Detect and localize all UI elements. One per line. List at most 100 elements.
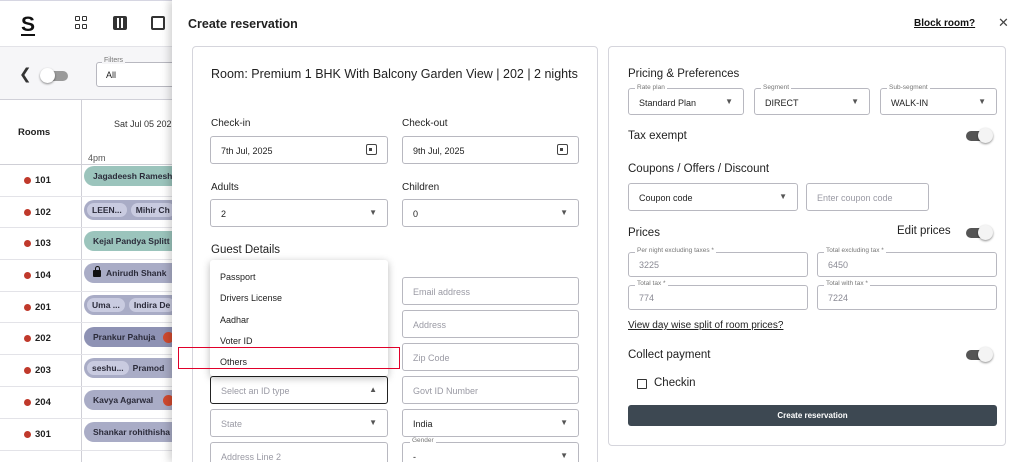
booking-bar[interactable]: Uma ... Indira De [84, 295, 184, 315]
id-option-aadhar[interactable]: Aadhar [220, 315, 249, 325]
booking-bar[interactable]: seshu... Pramod [84, 358, 184, 378]
total-with-tax-legend: Total with tax * [824, 280, 870, 287]
booking-bar[interactable]: Jagadeesh Ramesh [84, 166, 184, 186]
children-select[interactable]: 0 ▼ [402, 199, 579, 227]
zip-code-field[interactable]: Zip Code [402, 343, 579, 371]
country-select[interactable]: India ▼ [402, 409, 579, 437]
email-field[interactable]: Email address [402, 277, 579, 305]
calendar-icon[interactable] [113, 16, 127, 30]
checkin-checkbox[interactable] [637, 379, 647, 389]
chevron-down-icon: ▼ [369, 208, 377, 217]
segment-select[interactable]: DIRECT ▼ [754, 88, 870, 115]
row-divider [0, 418, 180, 419]
close-icon[interactable]: ✕ [998, 15, 1009, 31]
row-divider [0, 450, 180, 451]
room-103: 103 [24, 238, 51, 249]
booking-bar[interactable]: Anirudh Shank [84, 263, 184, 283]
per-night-legend: Per night excluding taxes * [635, 247, 716, 254]
room-101: 101 [24, 175, 51, 186]
children-label: Children [402, 182, 440, 193]
status-dot-icon [24, 431, 31, 438]
state-select[interactable]: State ▼ [210, 409, 388, 437]
room-104: 104 [24, 270, 51, 281]
total-tax-legend: Total tax * [635, 280, 668, 287]
lock-icon [93, 266, 101, 277]
total-excl-tax-field: 6450 [817, 252, 997, 277]
dashboard-icon[interactable] [75, 16, 89, 30]
address-line-2-field[interactable]: Address Line 2 [210, 442, 388, 462]
room-201: 201 [24, 302, 51, 313]
id-option-drivers-license[interactable]: Drivers License [220, 293, 282, 303]
booking-bar[interactable]: Kejal Pandya Splitt [84, 231, 184, 251]
status-dot-icon [24, 209, 31, 216]
rate-plan-select[interactable]: Standard Plan ▼ [628, 88, 744, 115]
pricing-title: Pricing & Preferences [628, 68, 740, 80]
calendar-check-icon[interactable] [151, 16, 165, 30]
id-option-voter-id[interactable]: Voter ID [220, 336, 253, 346]
chevron-down-icon: ▼ [560, 418, 568, 427]
per-night-price-field: 3225 [628, 252, 808, 277]
status-dot-icon [24, 399, 31, 406]
checkout-date-field[interactable]: 9th Jul, 2025 [402, 136, 579, 164]
tax-exempt-toggle[interactable] [966, 128, 993, 143]
checkout-label: Check-out [402, 118, 448, 129]
chevron-up-icon: ▲ [369, 385, 377, 394]
total-excl-tax-legend: Total excluding tax * [824, 247, 886, 254]
id-type-select[interactable]: Select an ID type ▲ [210, 376, 388, 404]
time-label: 4pm [88, 153, 106, 163]
checkin-checkbox-label: Checkin [654, 377, 696, 389]
checkin-date-field[interactable]: 7th Jul, 2025 [210, 136, 388, 164]
row-divider [0, 291, 180, 292]
create-reservation-modal: Create reservation Block room? ✕ Room: P… [172, 0, 1024, 462]
edit-prices-toggle[interactable] [966, 225, 993, 240]
block-room-link[interactable]: Block room? [914, 18, 975, 29]
create-reservation-button[interactable]: Create reservation [628, 405, 997, 426]
header-divider [0, 164, 180, 165]
collect-payment-toggle[interactable] [966, 347, 993, 362]
day-wise-split-link[interactable]: View day wise split of room prices? [628, 320, 783, 331]
prices-title: Prices [628, 227, 660, 239]
room-202: 202 [24, 333, 51, 344]
adults-select[interactable]: 2 ▼ [210, 199, 388, 227]
row-divider [0, 386, 180, 387]
status-dot-icon [24, 240, 31, 247]
sub-segment-legend: Sub-segment [887, 84, 930, 91]
modal-title: Create reservation [188, 17, 298, 31]
coupon-code-input[interactable]: Enter coupon code [806, 183, 929, 211]
address-field[interactable]: Address [402, 310, 579, 338]
chevron-down-icon: ▼ [560, 208, 568, 217]
chevron-down-icon: ▼ [851, 97, 859, 106]
chevron-down-icon: ▼ [978, 97, 986, 106]
sub-segment-select[interactable]: WALK-IN ▼ [880, 88, 997, 115]
rooms-header: Rooms [18, 127, 51, 138]
govt-id-field[interactable]: Govt ID Number [402, 376, 579, 404]
booking-bar[interactable]: LEEN... Mihir Ch [84, 200, 184, 220]
status-dot-icon [24, 304, 31, 311]
total-with-tax-field: 7224 [817, 285, 997, 310]
segment-legend: Segment [761, 84, 792, 91]
filters-value: All [106, 70, 117, 80]
view-toggle[interactable] [40, 68, 68, 83]
tax-exempt-label: Tax exempt [628, 130, 687, 142]
calendar-icon[interactable] [366, 144, 377, 155]
guest-details-heading: Guest Details [211, 244, 281, 256]
total-tax-field: 774 [628, 285, 808, 310]
checkin-label: Check-in [211, 118, 251, 129]
coupon-type-select[interactable]: Coupon code ▼ [628, 183, 798, 211]
id-option-passport[interactable]: Passport [220, 272, 256, 282]
row-divider [0, 354, 180, 355]
booking-bar[interactable]: Shankar rohithisha [84, 422, 184, 442]
chevron-down-icon: ▼ [560, 451, 568, 460]
calendar-icon[interactable] [557, 144, 568, 155]
collect-payment-label: Collect payment [628, 349, 711, 361]
status-dot-icon [24, 335, 31, 342]
app-logo[interactable]: S [21, 13, 35, 37]
row-divider [0, 322, 180, 323]
gender-legend: Gender [410, 437, 436, 444]
previous-arrow-icon[interactable]: ❮ [19, 65, 32, 83]
room-title: Room: Premium 1 BHK With Balcony Garden … [211, 67, 578, 81]
adults-label: Adults [211, 182, 239, 193]
row-divider [0, 259, 180, 260]
filters-legend: Filters [102, 57, 126, 64]
gender-select[interactable]: - ▼ [402, 442, 579, 462]
